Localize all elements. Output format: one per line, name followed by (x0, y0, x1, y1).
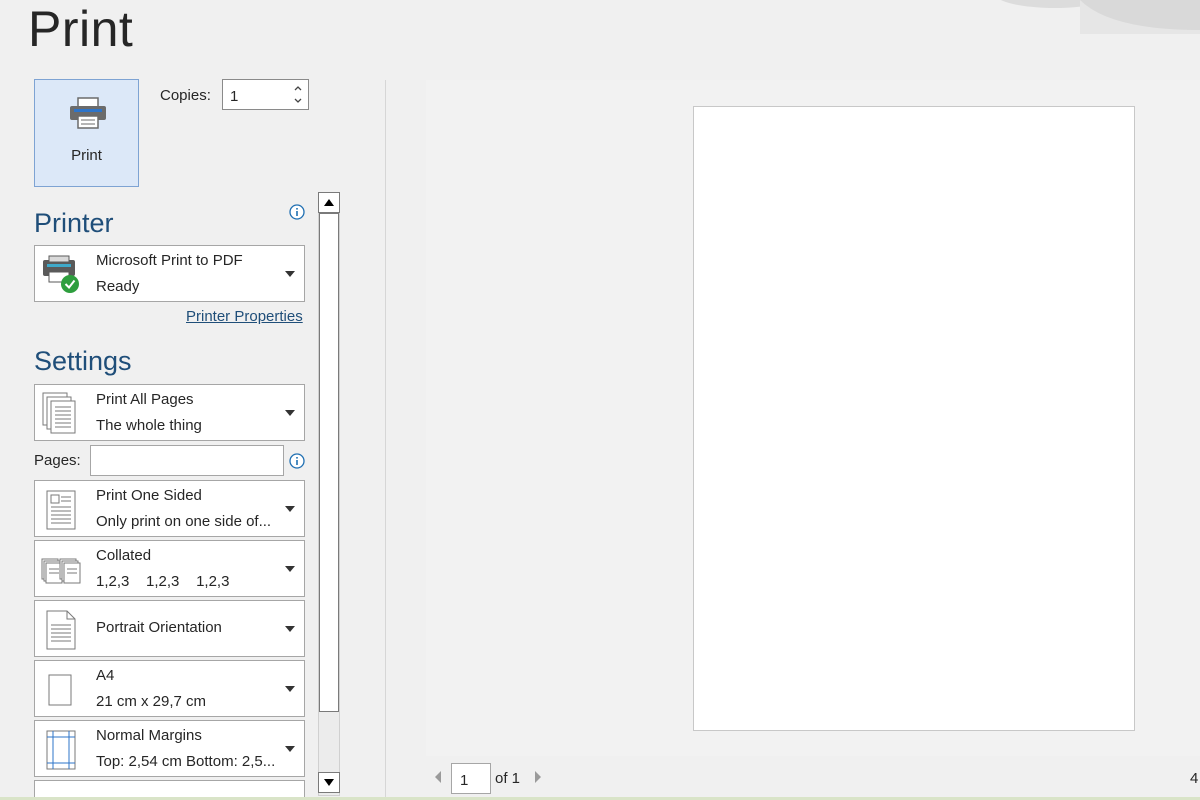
current-page-input[interactable]: 1 (451, 763, 491, 794)
printer-ready-icon (43, 255, 79, 293)
current-page-value: 1 (460, 772, 469, 789)
margins-icon (46, 730, 76, 770)
zoom-level-peek: 4 (1190, 770, 1199, 787)
chevron-down-icon (285, 686, 295, 692)
paper-size-subtitle: 21 cm x 29,7 cm (96, 693, 207, 710)
total-pages-label: of 1 (495, 770, 521, 787)
page-title: Print (28, 1, 134, 57)
portrait-page-icon (46, 610, 76, 650)
spin-up-icon[interactable] (292, 82, 304, 94)
margins-title: Normal Margins (96, 727, 202, 744)
collation-subtitle: 1,2,3 1,2,3 1,2,3 (96, 573, 230, 590)
collated-pages-icon (41, 558, 81, 584)
info-icon[interactable] (289, 453, 305, 469)
pages-label: Pages: (34, 452, 81, 469)
copies-label: Copies: (160, 87, 211, 104)
chevron-down-icon (285, 271, 295, 277)
previous-page-icon[interactable] (433, 770, 443, 784)
collation-title: Collated (96, 547, 152, 564)
printer-status: Ready (96, 278, 140, 295)
orientation-title: Portrait Orientation (96, 619, 222, 636)
scrollbar-thumb[interactable] (319, 213, 339, 712)
preview-page (693, 106, 1135, 731)
header-decoration (880, 0, 1200, 34)
sides-subtitle: Only print on one side of... (96, 513, 272, 530)
print-range-subtitle: The whole thing (96, 417, 202, 434)
scroll-down-button[interactable] (318, 772, 340, 793)
next-page-icon[interactable] (533, 770, 543, 784)
info-icon[interactable] (289, 204, 305, 220)
chevron-down-icon (285, 566, 295, 572)
margins-dropdown[interactable]: Normal Margins Top: 2,54 cm Bottom: 2,5.… (34, 720, 305, 777)
pages-input[interactable] (90, 445, 284, 476)
copies-stepper[interactable]: 1 (222, 79, 309, 110)
spin-down-icon[interactable] (292, 95, 304, 107)
printer-section-title: Printer (34, 208, 114, 238)
paper-size-title: A4 (96, 667, 115, 684)
print-range-title: Print All Pages (96, 391, 194, 408)
panel-divider (385, 80, 386, 800)
margins-subtitle: Top: 2,54 cm Bottom: 2,5... (96, 753, 276, 770)
pages-stack-icon (42, 392, 76, 434)
chevron-down-icon (285, 506, 295, 512)
chevron-down-icon (285, 410, 295, 416)
arrow-down-icon (324, 779, 334, 786)
copies-value: 1 (230, 88, 239, 105)
orientation-dropdown[interactable]: Portrait Orientation (34, 600, 305, 657)
chevron-down-icon (285, 626, 295, 632)
printer-properties-link[interactable]: Printer Properties (186, 308, 303, 325)
printer-name: Microsoft Print to PDF (96, 252, 243, 269)
paper-size-dropdown[interactable]: A4 21 cm x 29,7 cm (34, 660, 305, 717)
print-range-dropdown[interactable]: Print All Pages The whole thing (34, 384, 305, 441)
collation-dropdown[interactable]: Collated 1,2,3 1,2,3 1,2,3 (34, 540, 305, 597)
sides-dropdown[interactable]: Print One Sided Only print on one side o… (34, 480, 305, 537)
one-sided-page-icon (46, 490, 76, 530)
paper-size-icon (48, 674, 72, 706)
sides-title: Print One Sided (96, 487, 202, 504)
settings-section-title: Settings (34, 346, 132, 376)
arrow-up-icon (324, 199, 334, 206)
printer-icon (70, 97, 106, 129)
printer-dropdown[interactable]: Microsoft Print to PDF Ready (34, 245, 305, 302)
print-button[interactable]: Print (34, 79, 139, 187)
scroll-up-button[interactable] (318, 192, 340, 213)
print-button-label: Print (71, 147, 102, 164)
chevron-down-icon (285, 746, 295, 752)
